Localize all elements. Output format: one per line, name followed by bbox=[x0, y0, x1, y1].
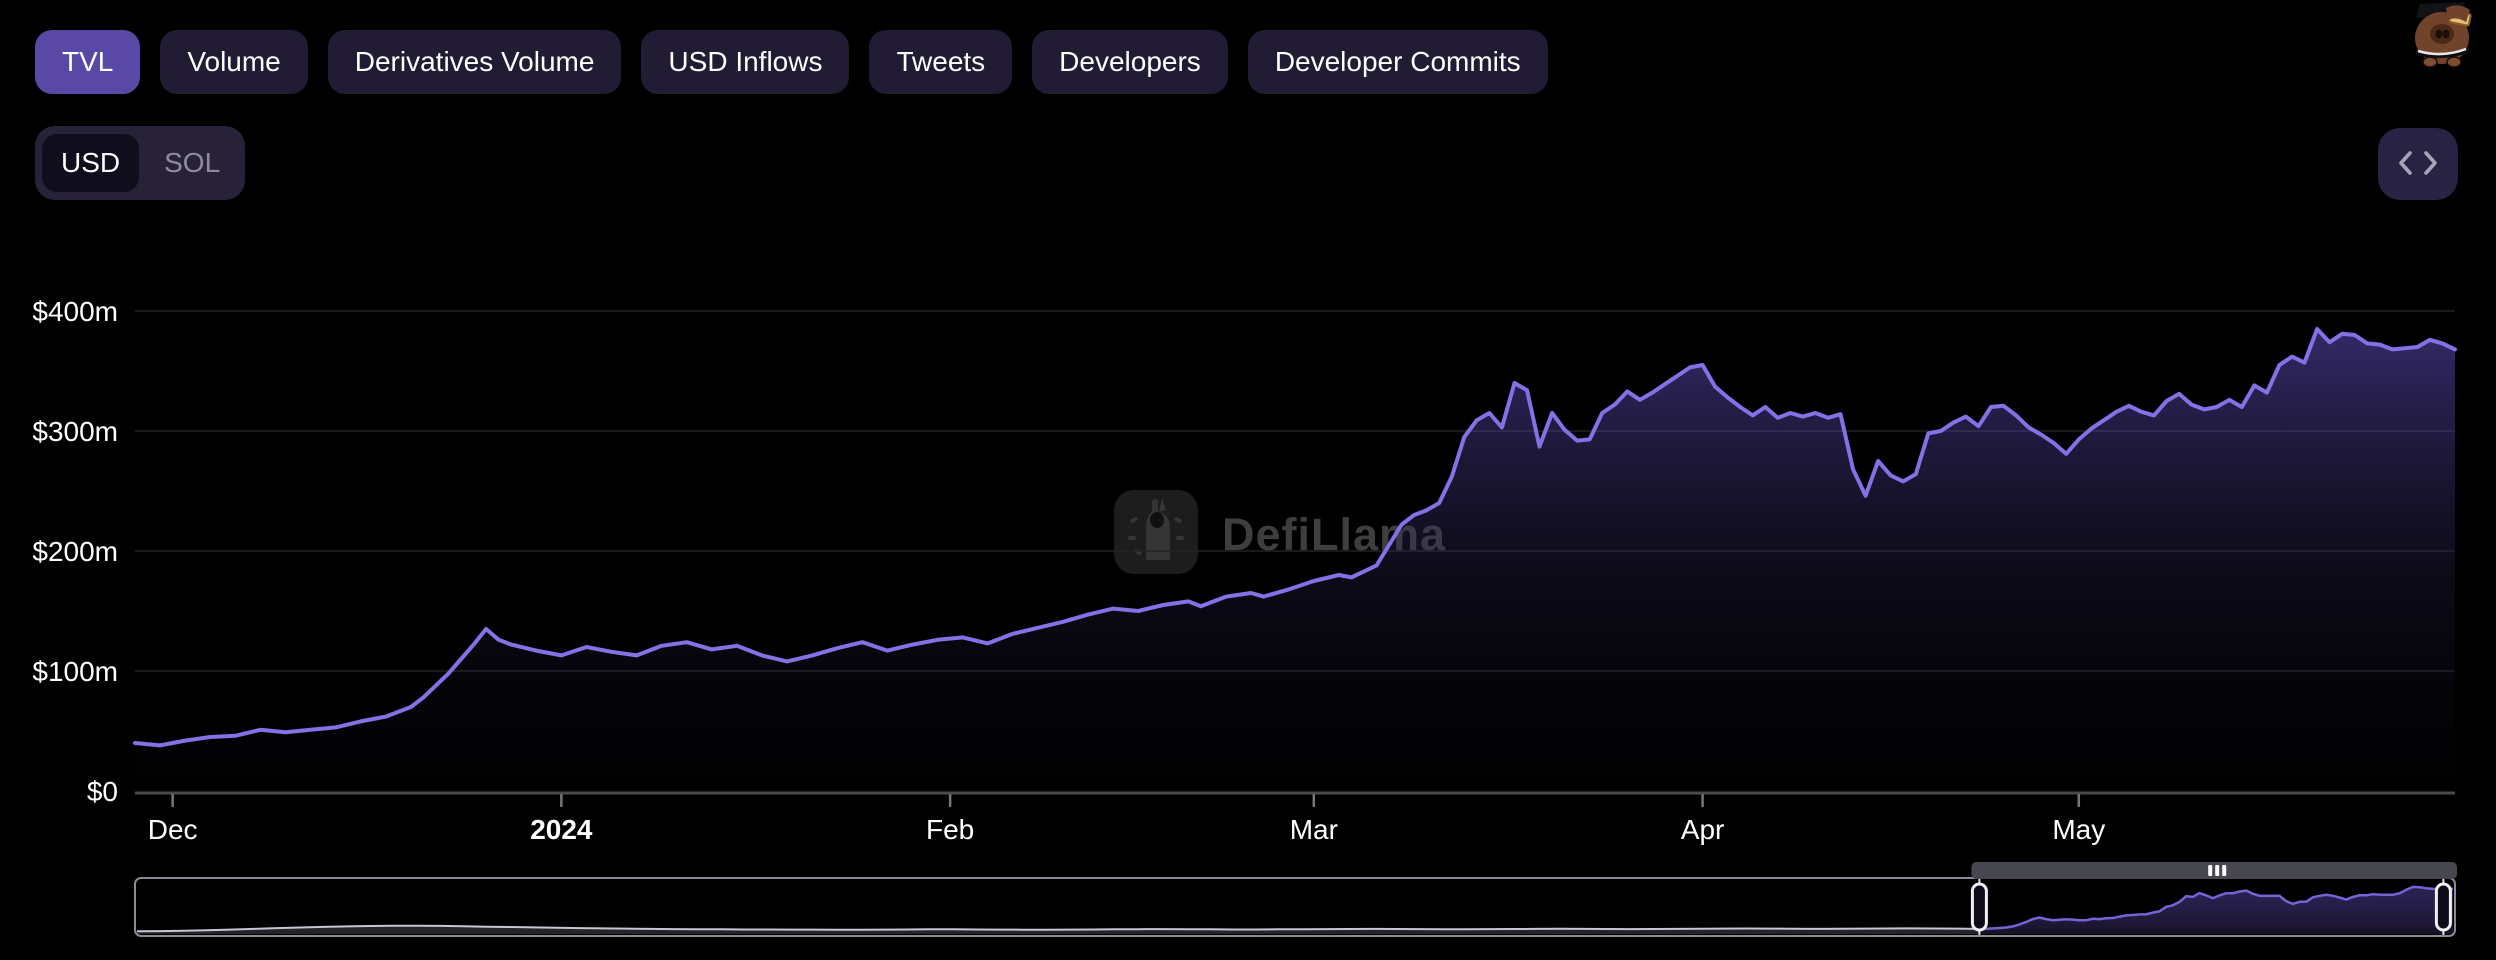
drag-grip-icon bbox=[2208, 865, 2213, 876]
drag-grip-icon bbox=[2222, 865, 2227, 876]
x-axis-label: Apr bbox=[1681, 814, 1725, 845]
x-axis-label: May bbox=[2052, 814, 2105, 845]
drag-grip-icon bbox=[2215, 865, 2220, 876]
x-axis-label: Feb bbox=[926, 814, 974, 845]
y-axis-label: $200m bbox=[32, 536, 118, 567]
y-axis-label: $100m bbox=[32, 656, 118, 687]
y-axis-label: $0 bbox=[87, 776, 118, 807]
brush-handle-left[interactable] bbox=[1970, 882, 1988, 932]
tvl-chart[interactable]: $0 $100m $200m $300m $400m Dec 2024 Feb Mar Apr Ma… bbox=[0, 0, 2496, 960]
brush-selection-bar[interactable] bbox=[1971, 862, 2457, 879]
brush-handle-right[interactable] bbox=[2434, 882, 2452, 932]
x-axis-label: Mar bbox=[1290, 814, 1338, 845]
brush-range-selector[interactable] bbox=[134, 862, 2457, 937]
x-axis-label: Dec bbox=[148, 814, 198, 845]
y-axis-label: $400m bbox=[32, 296, 118, 327]
x-axis-label: 2024 bbox=[530, 814, 593, 845]
tvl-area-series[interactable] bbox=[133, 327, 2457, 790]
tvl-area-fill bbox=[135, 329, 2455, 790]
y-axis-label: $300m bbox=[32, 416, 118, 447]
